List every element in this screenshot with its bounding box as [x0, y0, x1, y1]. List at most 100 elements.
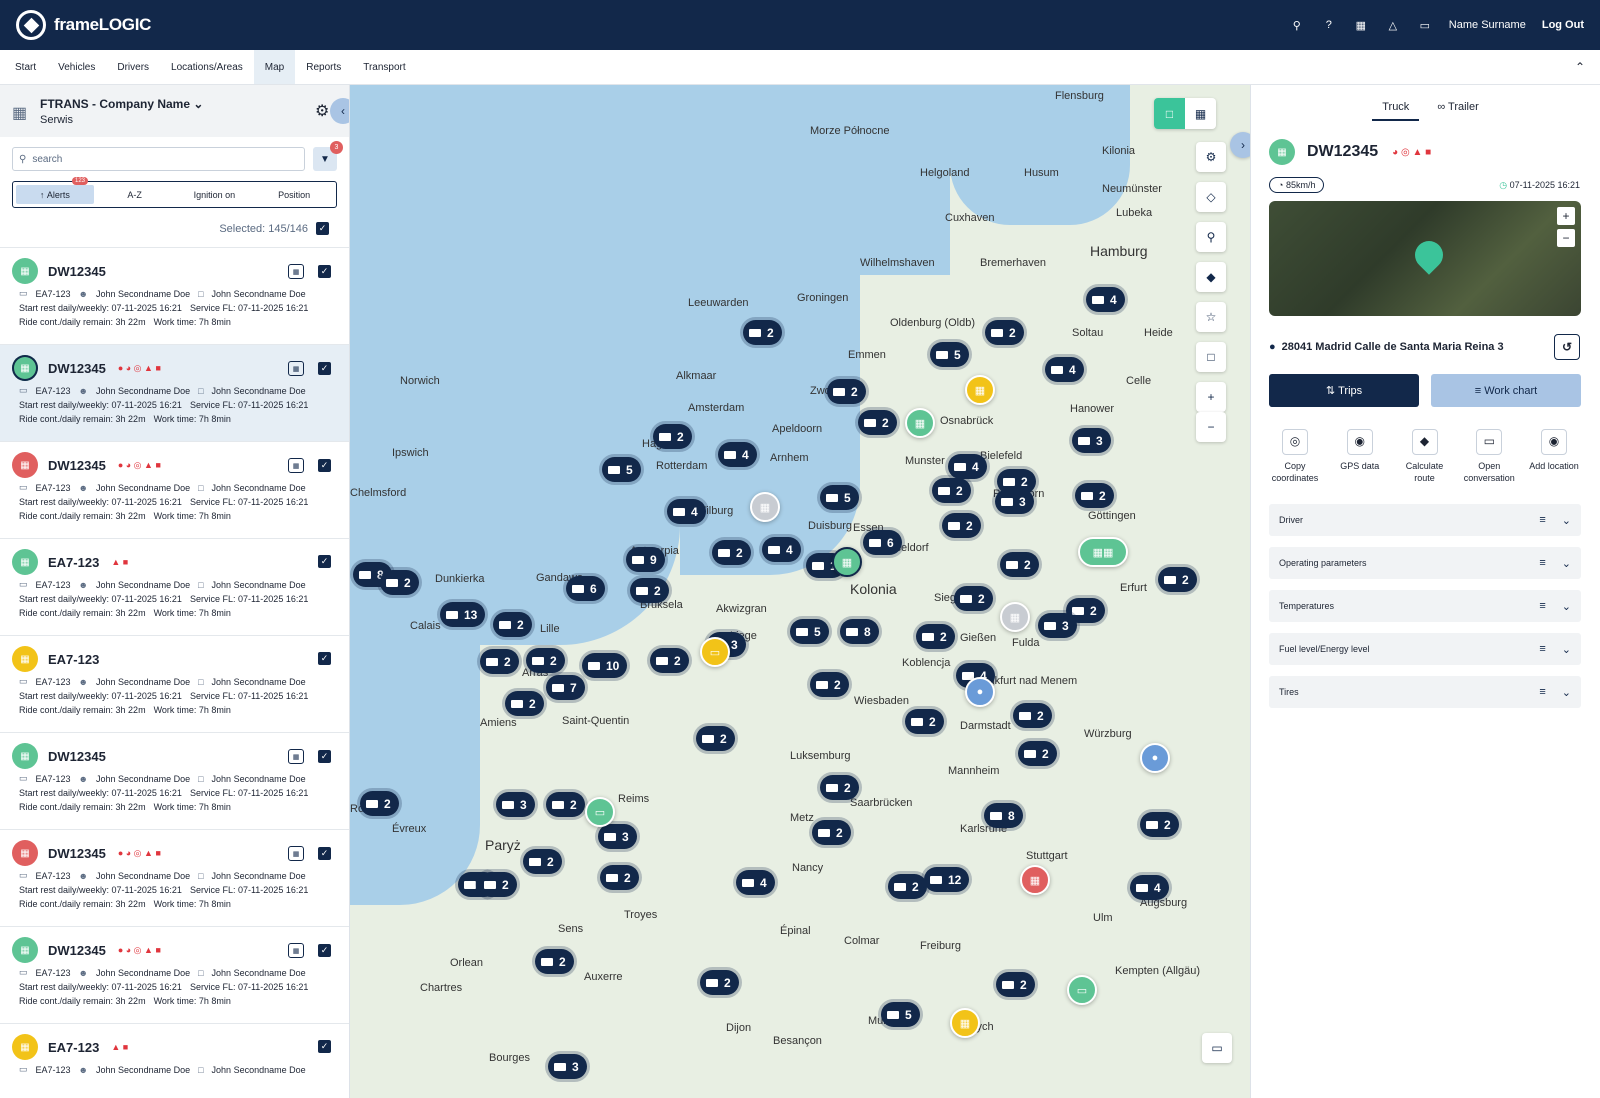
map-vehicle-cluster[interactable]: 2	[812, 820, 851, 845]
map-vehicle-cluster[interactable]: 2	[650, 648, 689, 673]
map-vehicle-cluster[interactable]: 2	[743, 320, 782, 345]
map-vehicle-cluster[interactable]: 2	[700, 970, 739, 995]
chevron-up-icon[interactable]: ⌃	[1560, 50, 1600, 84]
map-vehicle-cluster[interactable]: 2	[932, 478, 971, 503]
map-vehicle-cluster[interactable]: 6	[566, 576, 605, 601]
map-vehicle-cluster[interactable]: 2	[954, 586, 993, 611]
row-checkbox[interactable]: ✓	[318, 1040, 331, 1053]
logout-link[interactable]: Log Out	[1542, 19, 1584, 31]
map-vehicle-cluster[interactable]: 2	[905, 709, 944, 734]
row-checkbox[interactable]: ✓	[318, 362, 331, 375]
qr-icon[interactable]: ▦	[288, 749, 304, 764]
map-vehicle-cluster[interactable]: 2	[535, 949, 574, 974]
company-selector[interactable]: FTRANS - Company Name ⌄ Serwis	[40, 97, 203, 126]
drag-handle-icon[interactable]: ≡	[1539, 600, 1545, 613]
map-vehicle-cluster[interactable]: 2	[523, 849, 562, 874]
qr-icon[interactable]: ▦	[288, 264, 304, 279]
trips-button[interactable]: ⇅ Trips	[1269, 374, 1419, 407]
tab-locations[interactable]: Locations/Areas	[160, 50, 254, 84]
map-vehicle-cluster[interactable]: 12	[924, 867, 970, 892]
map-vehicle-cluster[interactable]: 8	[984, 803, 1023, 828]
qr-icon[interactable]: ▦	[288, 361, 304, 376]
map-vehicle-cluster[interactable]: 4	[1130, 875, 1169, 900]
map-vehicle-cluster[interactable]: 5	[602, 457, 641, 482]
map-vehicle-cluster[interactable]: 8	[840, 619, 879, 644]
copy-coordinates-action[interactable]: ◎ Copy coordinates	[1265, 429, 1325, 484]
gps-data-action[interactable]: ◉ GPS data	[1330, 429, 1390, 484]
map-vehicle-cluster[interactable]: 5	[790, 619, 829, 644]
star-icon[interactable]: ☆	[1196, 302, 1226, 332]
tab-trailer[interactable]: ∞ Trailer	[1437, 101, 1478, 121]
chevron-down-icon[interactable]: ⌄	[1562, 557, 1571, 570]
map-vehicle-cluster[interactable]: 2	[1075, 483, 1114, 508]
tab-map[interactable]: Map	[253, 50, 296, 84]
chevron-down-icon[interactable]: ⌄	[1562, 600, 1571, 613]
row-checkbox[interactable]: ✓	[318, 944, 331, 957]
map-vehicle-cluster[interactable]: 3	[1038, 613, 1077, 638]
chevron-down-icon[interactable]: ⌄	[1562, 514, 1571, 527]
select-all-checkbox[interactable]: ✓	[316, 222, 329, 235]
layers-icon[interactable]: ◇	[1196, 182, 1226, 212]
map-vehicle-grey[interactable]: ▦	[1000, 602, 1030, 632]
collapse-panel-button[interactable]: ‹	[330, 98, 349, 124]
sort-az[interactable]: A-Z	[96, 185, 174, 204]
map-view-icon[interactable]: □	[1154, 98, 1185, 129]
map-vehicle-cluster[interactable]: 7	[546, 675, 585, 700]
map-vehicle-cluster[interactable]: 2	[942, 513, 981, 538]
document-icon[interactable]: ▦	[1353, 17, 1369, 33]
map-vehicle-red[interactable]: ▦	[1020, 865, 1050, 895]
map-vehicle-group[interactable]: ▦▦	[1078, 537, 1128, 567]
map-vehicle-yellow[interactable]: ▦	[965, 375, 995, 405]
filter-button[interactable]: ▼ 3	[313, 141, 343, 171]
map-vehicle-cluster[interactable]: 2	[600, 865, 639, 890]
open-conversation-action[interactable]: ▭ Open conversation	[1459, 429, 1519, 484]
calculate-route-action[interactable]: ◆ Calculate route	[1395, 429, 1455, 484]
map-vehicle-cluster[interactable]: 4	[762, 537, 801, 562]
row-checkbox[interactable]: ✓	[318, 555, 331, 568]
search-icon[interactable]: ⚲	[1289, 17, 1305, 33]
map-vehicle-cluster[interactable]: 6	[863, 530, 902, 555]
sort-position[interactable]: Position	[255, 185, 333, 204]
map-vehicle-cluster[interactable]: 2	[820, 775, 859, 800]
map-vehicle-cluster[interactable]: 4	[948, 454, 987, 479]
vehicle-row[interactable]: ▦ DW12345 ● ◕ ◎ ▲ ■ ▦ ✓ ▭ EA7-123 ☻ John Sec…	[0, 927, 349, 1024]
map-vehicle-cluster[interactable]: 3	[496, 792, 535, 817]
row-checkbox[interactable]: ✓	[318, 750, 331, 763]
drag-handle-icon[interactable]: ≡	[1539, 557, 1545, 570]
tab-start[interactable]: Start	[4, 50, 47, 84]
map-vehicle-cluster[interactable]: 2	[858, 410, 897, 435]
vehicle-row[interactable]: ▦ EA7-123 ▲ ■ ✓ ▭ EA7-123 ☻ John Secondname…	[0, 539, 349, 636]
help-icon[interactable]: ?	[1321, 17, 1337, 33]
tab-reports[interactable]: Reports	[295, 50, 352, 84]
sort-ignition[interactable]: Ignition on	[176, 185, 254, 204]
map-vehicle-cluster[interactable]: 3	[1072, 428, 1111, 453]
chat-icon[interactable]: ▭	[1417, 17, 1433, 33]
map-location-pin[interactable]: ●	[965, 677, 995, 707]
vehicle-row[interactable]: ▦ EA7-123 ▲ ■ ✓ ▭ EA7-123 ☻ John Secondname…	[0, 1024, 349, 1098]
map-vehicle-cluster[interactable]: 2	[1000, 552, 1039, 577]
row-checkbox[interactable]: ✓	[318, 847, 331, 860]
chat-icon[interactable]: ▭	[1202, 1033, 1232, 1063]
map-vehicle-cluster[interactable]: 4	[1045, 357, 1084, 382]
logo[interactable]: frameLOGIC	[16, 10, 151, 40]
lock-icon[interactable]: □	[1196, 342, 1226, 372]
map-vehicle-grey[interactable]: ▦	[750, 492, 780, 522]
map-vehicle-cluster[interactable]: 2	[985, 320, 1024, 345]
route-icon[interactable]: ◆	[1196, 262, 1226, 292]
map-vehicle-cluster[interactable]: 4	[718, 442, 757, 467]
qr-icon[interactable]: ▦	[288, 846, 304, 861]
map-vehicle-green[interactable]: ▭	[585, 797, 615, 827]
satellite-preview[interactable]: + −	[1269, 201, 1581, 316]
accordion-section[interactable]: Fuel level/Energy level ≡ ⌄	[1269, 633, 1581, 666]
map-vehicle-green[interactable]: ▦	[905, 408, 935, 438]
preview-zoom-in-icon[interactable]: +	[1557, 207, 1575, 225]
add-location-action[interactable]: ◉ Add location	[1524, 429, 1584, 484]
accordion-section[interactable]: Operating parameters ≡ ⌄	[1269, 547, 1581, 580]
vehicle-row[interactable]: ▦ DW12345 ● ◕ ◎ ▲ ■ ▦ ✓ ▭ EA7-123 ☻ John Sec…	[0, 345, 349, 442]
tab-truck[interactable]: Truck	[1372, 101, 1420, 121]
vehicle-row[interactable]: ▦ DW12345 ● ◕ ◎ ▲ ■ ▦ ✓ ▭ EA7-123 ☻ John Sec…	[0, 830, 349, 927]
row-checkbox[interactable]: ✓	[318, 652, 331, 665]
map-settings-icon[interactable]: ⚙	[1196, 142, 1226, 172]
map-location-pin[interactable]: ●	[1140, 743, 1170, 773]
tab-drivers[interactable]: Drivers	[106, 50, 160, 84]
